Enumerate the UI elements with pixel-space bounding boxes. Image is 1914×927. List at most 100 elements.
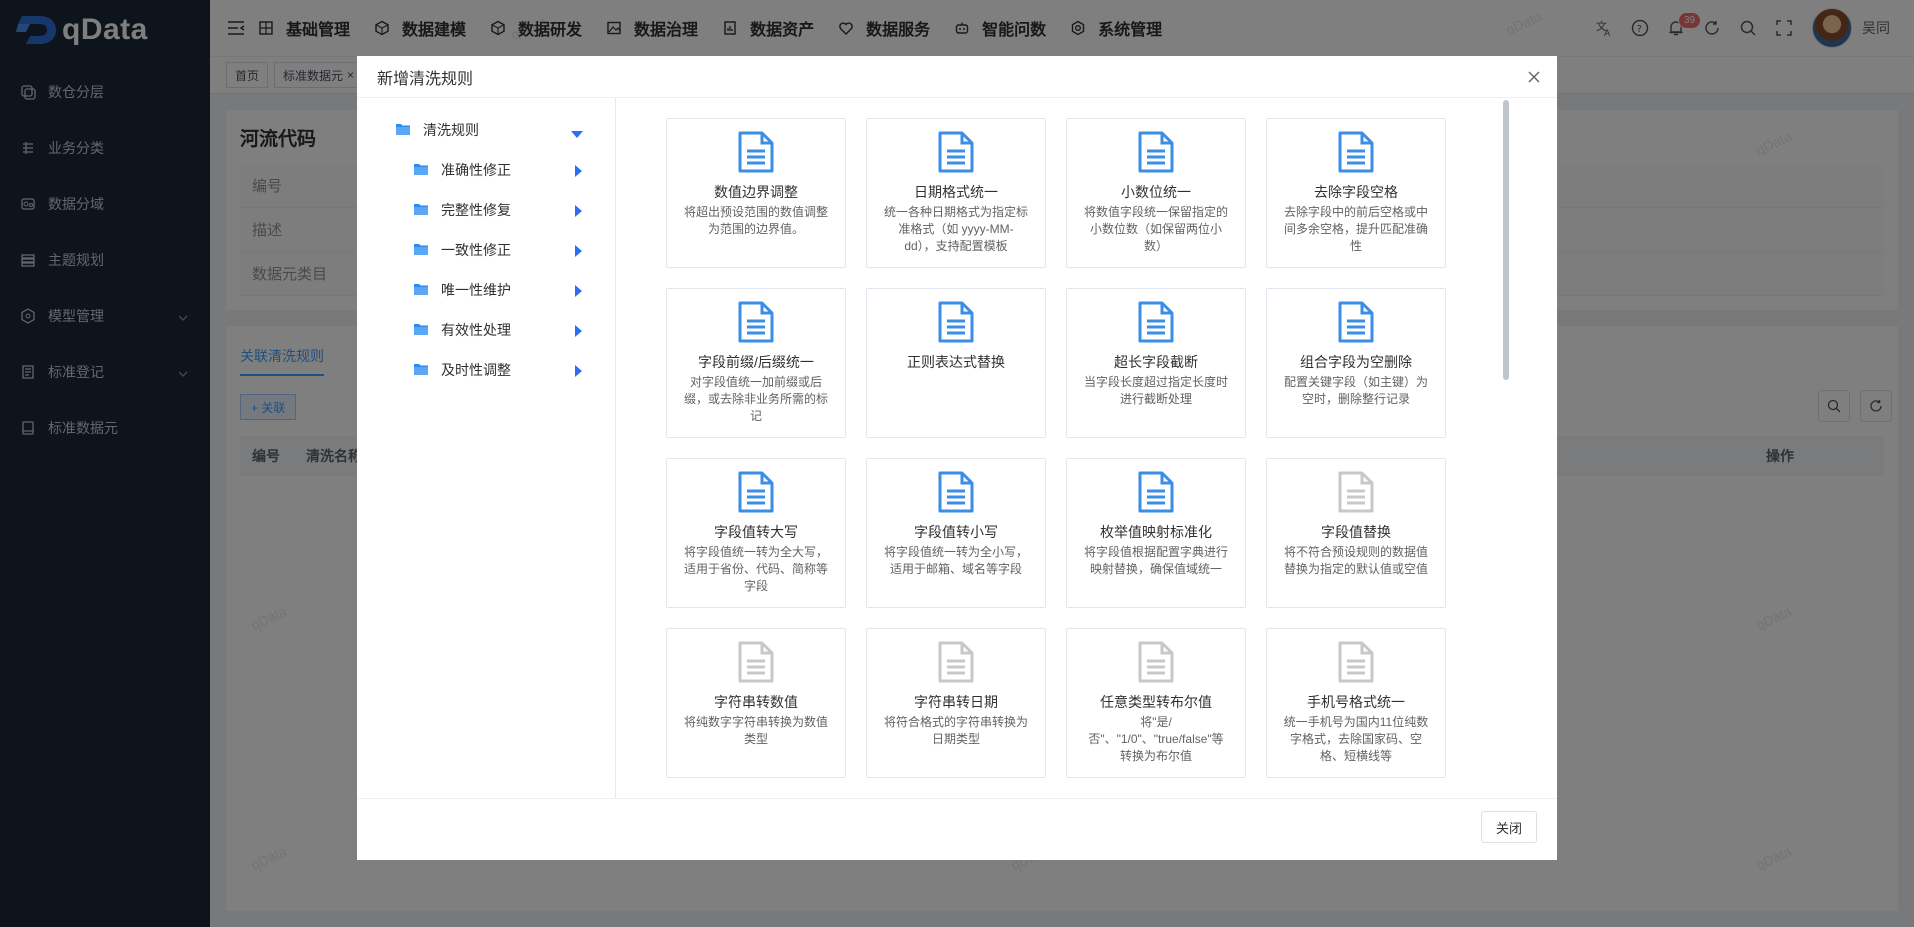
document-icon [867, 471, 1045, 518]
rule-card-title: 数值边界调整 [714, 184, 798, 200]
rule-card[interactable]: 任意类型转布尔值将"是/否"、"1/0"、"true/false"等转换为布尔值 [1066, 628, 1246, 778]
document-icon [867, 301, 1045, 348]
document-icon [1267, 641, 1445, 688]
rule-card[interactable]: 字段值转大写将字段值统一转为全大写，适用于省份、代码、简称等字段 [666, 458, 846, 608]
rule-card[interactable]: 手机号格式统一统一手机号为国内11位纯数字格式，去除国家码、空格、短横线等 [1266, 628, 1446, 778]
rule-card-title: 任意类型转布尔值 [1100, 694, 1212, 710]
tree-node-label: 及时性调整 [441, 362, 511, 378]
tree-node-0[interactable]: 准确性修正 [357, 150, 615, 190]
scrollbar-thumb[interactable] [1503, 100, 1509, 380]
dialog-body: 清洗规则准确性修正完整性修复一致性修正唯一性维护有效性处理及时性调整 数值边界调… [357, 98, 1557, 798]
rule-card-description: 将"是/否"、"1/0"、"true/false"等转换为布尔值 [1088, 715, 1224, 763]
rule-card-description: 将纯数字字符串转换为数值类型 [683, 715, 828, 746]
document-icon [667, 641, 845, 688]
rule-category-tree: 清洗规则准确性修正完整性修复一致性修正唯一性维护有效性处理及时性调整 [357, 98, 616, 798]
rule-card[interactable]: 数值边界调整将超出预设范围的数值调整为范围的边界值。 [666, 118, 846, 268]
rule-card[interactable]: 枚举值映射标准化将字段值根据配置字典进行映射替换，确保值域统一 [1066, 458, 1246, 608]
folder-icon [413, 282, 429, 299]
rule-card[interactable]: 日期格式统一统一各种日期格式为指定标准格式（如 yyyy-MM-dd），支持配置… [866, 118, 1046, 268]
document-icon [1267, 301, 1445, 348]
tree-node-4[interactable]: 有效性处理 [357, 310, 615, 350]
rule-card[interactable]: 字段前缀/后缀统一对字段值统一加前缀或后缀，或去除非业务所需的标记 [666, 288, 846, 438]
rule-card[interactable]: 组合字段为空删除配置关键字段（如主键）为空时，删除整行记录 [1266, 288, 1446, 438]
document-icon [667, 301, 845, 348]
document-icon [867, 131, 1045, 178]
rule-card-description: 对字段值统一加前缀或后缀，或去除非业务所需的标记 [683, 375, 828, 423]
document-icon [867, 641, 1045, 688]
document-icon [1267, 471, 1445, 518]
document-icon [667, 471, 845, 518]
tree-node-label: 完整性修复 [441, 202, 511, 218]
rule-card-title: 枚举值映射标准化 [1100, 524, 1212, 540]
tree-node-5[interactable]: 及时性调整 [357, 350, 615, 390]
rule-card-title: 字段前缀/后缀统一 [698, 354, 814, 370]
rule-card-title: 手机号格式统一 [1307, 694, 1405, 710]
folder-icon [413, 202, 429, 219]
rule-card[interactable]: 字段值转小写将字段值统一转为全小写，适用于邮箱、域名等字段 [866, 458, 1046, 608]
tree-node-root[interactable]: 清洗规则 [357, 110, 615, 150]
dialog-footer: 关闭 [357, 798, 1557, 860]
rule-card-title: 超长字段截断 [1114, 354, 1198, 370]
close-button[interactable]: 关闭 [1480, 811, 1537, 843]
rule-card-title: 正则表达式替换 [907, 354, 1005, 370]
rule-card-title: 字符串转数值 [714, 694, 798, 710]
rule-card-title: 去除字段空格 [1314, 184, 1398, 200]
caret-right-icon[interactable] [575, 244, 583, 260]
rule-card-description: 将字段值统一转为全小写，适用于邮箱、域名等字段 [883, 545, 1028, 576]
folder-icon [395, 122, 411, 139]
folder-icon [413, 162, 429, 179]
caret-right-icon[interactable] [575, 164, 583, 180]
tree-node-label: 唯一性维护 [441, 282, 511, 298]
rule-card-grid: 数值边界调整 将超出预设范围的数值调整为范围的边界值。 日期格式统一 统一各种日期格式… [666, 118, 1446, 778]
close-icon [1528, 71, 1540, 83]
rule-card-description: 去除字段中的前后空格或中间多余空格，提升匹配准确性 [1283, 205, 1428, 253]
caret-right-icon[interactable] [575, 324, 583, 340]
rule-card-title: 日期格式统一 [914, 184, 998, 200]
caret-down-icon[interactable] [571, 126, 583, 142]
dialog-close-button[interactable] [1525, 68, 1543, 86]
folder-icon [413, 362, 429, 379]
tree-node-label: 一致性修正 [441, 242, 511, 258]
rule-card-area[interactable]: 数值边界调整 将超出预设范围的数值调整为范围的边界值。 日期格式统一 统一各种日期格式… [617, 98, 1557, 798]
rule-card-description: 将数值字段统一保留指定的小数位数（如保留两位小数） [1083, 205, 1228, 253]
rule-card-description: 当字段长度超过指定长度时进行截断处理 [1083, 375, 1228, 406]
rule-card[interactable]: 字符串转数值将纯数字字符串转换为数值类型 [666, 628, 846, 778]
rule-card-description: 将符合格式的字符串转换为日期类型 [883, 715, 1028, 746]
rule-card-description: 将不符合预设规则的数据值替换为指定的默认值或空值 [1283, 545, 1428, 576]
tree-node-label: 准确性修正 [441, 162, 511, 178]
rule-card[interactable]: 超长字段截断当字段长度超过指定长度时进行截断处理 [1066, 288, 1246, 438]
tree-node-label: 有效性处理 [441, 322, 511, 338]
rule-card[interactable]: 小数位统一将数值字段统一保留指定的小数位数（如保留两位小数） [1066, 118, 1246, 268]
rule-card-description: 统一各种日期格式为指定标准格式（如 yyyy-MM-dd），支持配置模板 [883, 205, 1028, 253]
document-icon [1067, 131, 1245, 178]
rule-card-description: 将字段值统一转为全大写，适用于省份、代码、简称等字段 [683, 545, 828, 593]
rule-card[interactable]: 正则表达式替换 [866, 288, 1046, 438]
folder-icon [413, 322, 429, 339]
rule-card-title: 组合字段为空删除 [1300, 354, 1412, 370]
tree-node-1[interactable]: 完整性修复 [357, 190, 615, 230]
rule-card-title: 小数位统一 [1121, 184, 1191, 200]
add-cleaning-rule-dialog: 新增清洗规则 清洗规则准确性修正完整性修复一致性修正唯一性维护有效性处理及时性调… [357, 56, 1557, 860]
rule-card-description: 将字段值根据配置字典进行映射替换，确保值域统一 [1083, 545, 1228, 576]
rule-card-description: 配置关键字段（如主键）为空时，删除整行记录 [1283, 375, 1428, 406]
caret-right-icon[interactable] [575, 364, 583, 380]
folder-icon [413, 242, 429, 259]
tree-node-2[interactable]: 一致性修正 [357, 230, 615, 270]
rule-card[interactable]: 字符串转日期 将符合格式的字符串转换为日期类型 [866, 628, 1046, 778]
rule-card-title: 字段值转小写 [914, 524, 998, 540]
caret-right-icon[interactable] [575, 284, 583, 300]
document-icon [1067, 471, 1245, 518]
caret-right-icon[interactable] [575, 204, 583, 220]
dialog-header: 新增清洗规则 [357, 56, 1557, 98]
rule-card[interactable]: 字段值替换将不符合预设规则的数据值替换为指定的默认值或空值 [1266, 458, 1446, 608]
dialog-title: 新增清洗规则 [377, 70, 474, 88]
rule-card-description: 统一手机号为国内11位纯数字格式，去除国家码、空格、短横线等 [1283, 715, 1429, 763]
rule-card-description: 将超出预设范围的数值调整为范围的边界值。 [683, 205, 828, 236]
rule-card-title: 字段值替换 [1321, 524, 1391, 540]
rule-card[interactable]: 去除字段空格去除字段中的前后空格或中间多余空格，提升匹配准确性 [1266, 118, 1446, 268]
tree-node-3[interactable]: 唯一性维护 [357, 270, 615, 310]
tree-node-label: 清洗规则 [423, 122, 479, 138]
document-icon [667, 131, 845, 178]
rule-card-title: 字段值转大写 [714, 524, 798, 540]
document-icon [1067, 641, 1245, 688]
